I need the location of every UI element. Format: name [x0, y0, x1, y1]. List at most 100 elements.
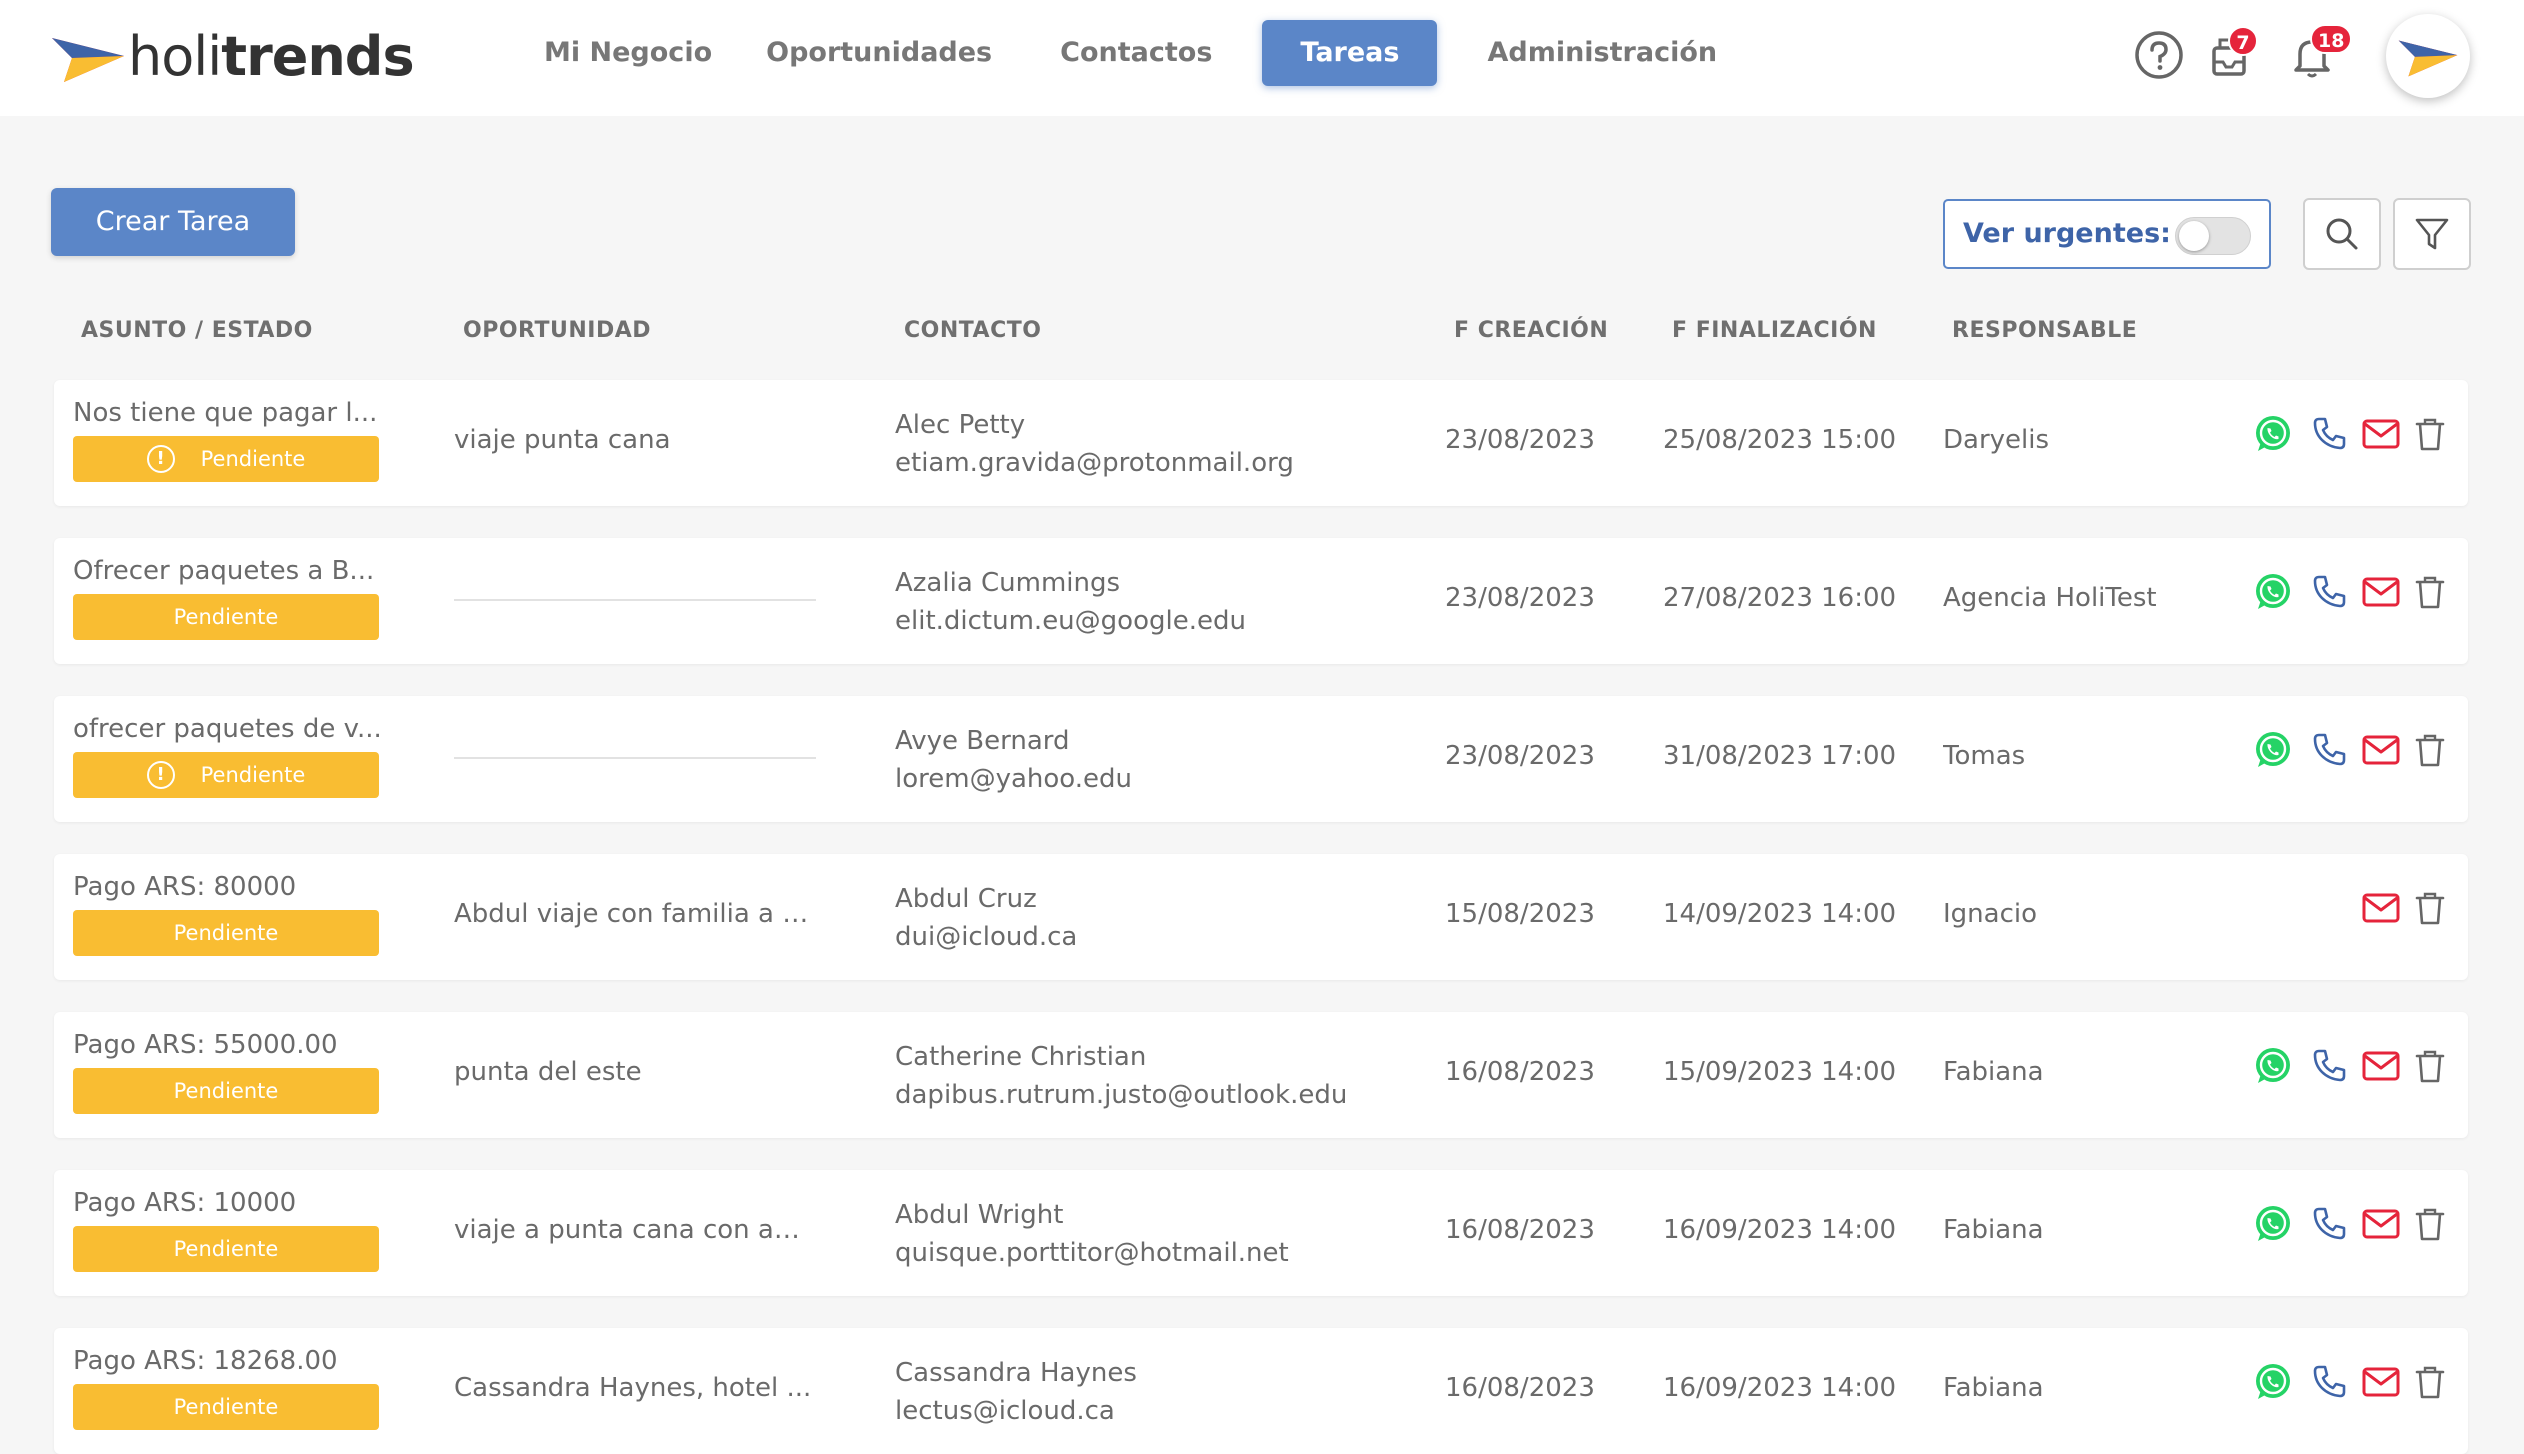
- nav-oportunidades[interactable]: Oportunidades: [740, 20, 1036, 86]
- task-owner: Tomas: [1943, 741, 2026, 771]
- contact-email: dapibus.rutrum.justo@outlook.edu: [895, 1080, 1348, 1110]
- help-circle-icon[interactable]: [2134, 30, 2184, 80]
- phone-icon[interactable]: [2308, 1044, 2352, 1088]
- column-header-opportunity[interactable]: OPORTUNIDAD: [463, 318, 651, 343]
- trash-icon[interactable]: [2408, 728, 2452, 772]
- logo-text: holitrends: [128, 25, 415, 88]
- task-contact[interactable]: Alec Petty etiam.gravida@protonmail.org: [895, 406, 1415, 482]
- task-contact[interactable]: Azalia Cummings elit.dictum.eu@google.edu: [895, 564, 1415, 640]
- task-created-date: 16/08/2023: [1445, 1373, 1595, 1403]
- trash-icon[interactable]: [2408, 412, 2452, 456]
- task-owner: Agencia HoliTest: [1943, 583, 2157, 613]
- status-badge: Pendiente: [73, 910, 379, 956]
- task-row[interactable]: Ofrecer paquetes a B... Pendiente Azalia…: [54, 538, 2468, 664]
- task-owner: Daryelis: [1943, 425, 2050, 455]
- inbox-icon[interactable]: 7: [2208, 26, 2258, 80]
- task-subject[interactable]: Pago ARS: 55000.00: [73, 1030, 383, 1060]
- whatsapp-icon[interactable]: [2251, 570, 2295, 614]
- mail-icon[interactable]: [2359, 412, 2403, 456]
- whatsapp-icon[interactable]: [2251, 728, 2295, 772]
- task-row[interactable]: Pago ARS: 80000 Pendiente Abdul viaje co…: [54, 854, 2468, 980]
- task-contact[interactable]: Cassandra Haynes lectus@icloud.ca: [895, 1354, 1415, 1430]
- column-header-due[interactable]: F FINALIZACIÓN: [1672, 318, 1877, 343]
- task-due-date: 16/09/2023 14:00: [1663, 1215, 1897, 1245]
- nav-contactos[interactable]: Contactos: [1036, 20, 1262, 86]
- task-subject[interactable]: Ofrecer paquetes a B...: [73, 556, 383, 586]
- column-header-contact[interactable]: CONTACTO: [904, 318, 1041, 343]
- phone-icon[interactable]: [2308, 1360, 2352, 1404]
- warning-icon: !: [146, 761, 175, 789]
- task-subject[interactable]: Pago ARS: 10000: [73, 1188, 383, 1218]
- trash-icon[interactable]: [2408, 1360, 2452, 1404]
- mail-icon[interactable]: [2359, 886, 2403, 930]
- trash-icon[interactable]: [2408, 1202, 2452, 1246]
- mail-icon[interactable]: [2359, 728, 2403, 772]
- trash-icon[interactable]: [2408, 886, 2452, 930]
- task-contact[interactable]: Abdul Wright quisque.porttitor@hotmail.ne…: [895, 1196, 1415, 1272]
- trash-icon[interactable]: [2408, 570, 2452, 614]
- task-row[interactable]: Pago ARS: 55000.00 Pendiente punta del e…: [54, 1012, 2468, 1138]
- user-avatar[interactable]: [2386, 14, 2470, 98]
- task-contact[interactable]: Avye Bernard lorem@yahoo.edu: [895, 722, 1415, 798]
- task-created-date: 16/08/2023: [1445, 1057, 1595, 1087]
- task-owner: Ignacio: [1943, 899, 2038, 929]
- phone-icon[interactable]: [2308, 1202, 2352, 1246]
- phone-icon[interactable]: [2308, 412, 2352, 456]
- bell-icon[interactable]: 18: [2288, 24, 2353, 80]
- contact-email: lectus@icloud.ca: [895, 1396, 1115, 1426]
- task-contact[interactable]: Catherine Christian dapibus.rutrum.justo@…: [895, 1038, 1415, 1114]
- task-subject[interactable]: Nos tiene que pagar l...: [73, 398, 383, 428]
- task-contact[interactable]: Abdul Cruz dui@icloud.ca: [895, 880, 1415, 956]
- task-created-date: 23/08/2023: [1445, 583, 1595, 613]
- mail-icon[interactable]: [2359, 1044, 2403, 1088]
- nav-administracion[interactable]: Administración: [1437, 20, 1717, 86]
- trash-icon[interactable]: [2408, 1044, 2452, 1088]
- warning-icon: !: [146, 445, 175, 473]
- task-due-date: 31/08/2023 17:00: [1663, 741, 1897, 771]
- whatsapp-icon[interactable]: [2251, 1044, 2295, 1088]
- plane-logo-icon: [52, 38, 124, 82]
- task-subject[interactable]: ofrecer paquetes de v...: [73, 714, 383, 744]
- holitrends-logo[interactable]: holitrends: [50, 24, 415, 90]
- contact-email: elit.dictum.eu@google.edu: [895, 606, 1246, 636]
- nav-tareas[interactable]: Tareas: [1262, 20, 1438, 86]
- status-badge: ! Pendiente: [73, 436, 379, 482]
- task-created-date: 16/08/2023: [1445, 1215, 1595, 1245]
- task-row[interactable]: Nos tiene que pagar l... ! Pendiente viaj…: [54, 380, 2468, 506]
- mail-icon[interactable]: [2359, 1202, 2403, 1246]
- task-opportunity[interactable]: viaje punta cana: [454, 425, 816, 455]
- whatsapp-icon[interactable]: [2251, 1360, 2295, 1404]
- whatsapp-icon[interactable]: [2251, 1202, 2295, 1246]
- task-opportunity[interactable]: Cassandra Haynes, hotel ...: [454, 1373, 816, 1403]
- task-opportunity[interactable]: viaje a punta cana con am...: [454, 1215, 816, 1245]
- contact-email: dui@icloud.ca: [895, 922, 1078, 952]
- empty-opportunity-line: [454, 757, 816, 759]
- phone-icon[interactable]: [2308, 570, 2352, 614]
- create-task-button[interactable]: Crear Tarea: [51, 188, 295, 256]
- task-row[interactable]: ofrecer paquetes de v... ! Pendiente Avye…: [54, 696, 2468, 822]
- nav-mi-negocio[interactable]: Mi Negocio: [520, 20, 740, 86]
- contact-email: quisque.porttitor@hotmail.net: [895, 1238, 1289, 1268]
- task-subject[interactable]: Pago ARS: 80000: [73, 872, 383, 902]
- task-due-date: 25/08/2023 15:00: [1663, 425, 1897, 455]
- column-header-owner[interactable]: RESPONSABLE: [1952, 318, 2137, 343]
- search-button[interactable]: [2303, 198, 2381, 270]
- filter-button[interactable]: [2393, 198, 2471, 270]
- urgent-toggle[interactable]: [2175, 217, 2251, 255]
- status-label: Pendiente: [173, 921, 279, 945]
- whatsapp-icon[interactable]: [2251, 412, 2295, 456]
- status-badge: ! Pendiente: [73, 752, 379, 798]
- task-row[interactable]: Pago ARS: 10000 Pendiente viaje a punta …: [54, 1170, 2468, 1296]
- mail-icon[interactable]: [2359, 1360, 2403, 1404]
- mail-icon[interactable]: [2359, 570, 2403, 614]
- column-header-created[interactable]: F CREACIÓN: [1454, 318, 1608, 343]
- column-header-subject[interactable]: ASUNTO / ESTADO: [81, 318, 313, 343]
- task-opportunity[interactable]: punta del este: [454, 1057, 816, 1087]
- task-created-date: 23/08/2023: [1445, 741, 1595, 771]
- task-subject[interactable]: Pago ARS: 18268.00: [73, 1346, 383, 1376]
- task-row[interactable]: Pago ARS: 18268.00 Pendiente Cassandra H…: [54, 1328, 2468, 1454]
- phone-icon[interactable]: [2308, 728, 2352, 772]
- toggle-knob: [2179, 221, 2209, 251]
- task-due-date: 15/09/2023 14:00: [1663, 1057, 1897, 1087]
- task-opportunity[interactable]: Abdul viaje con familia a S...: [454, 899, 816, 929]
